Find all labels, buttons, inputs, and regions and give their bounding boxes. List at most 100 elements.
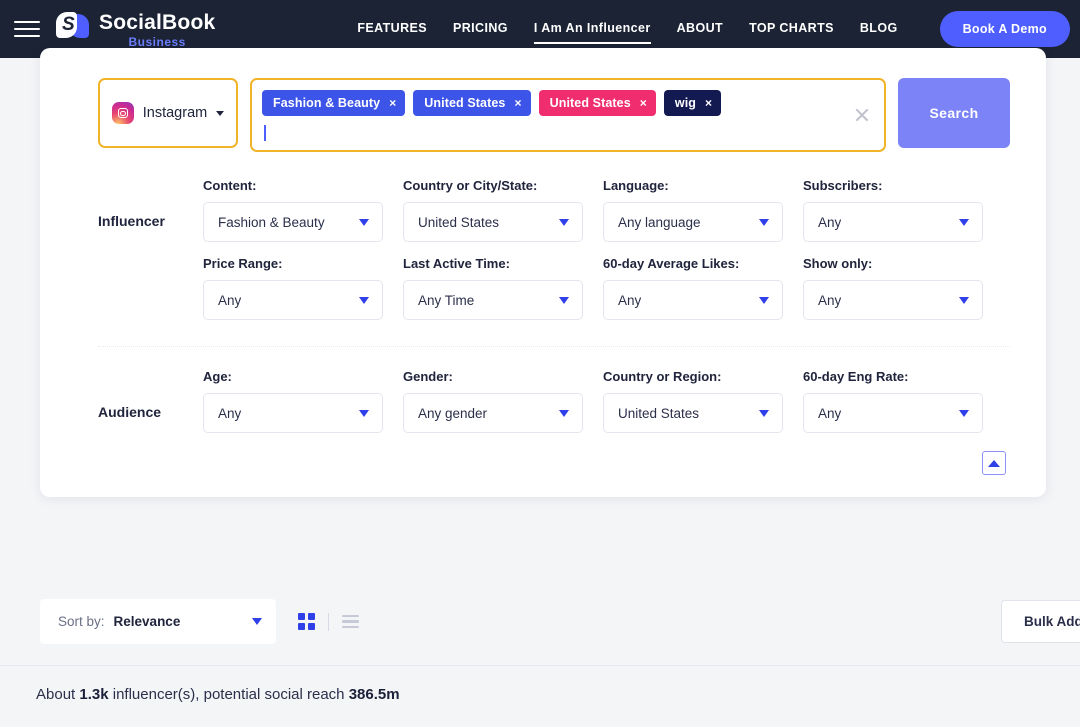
section-label-influencer: Influencer: [98, 213, 165, 229]
chevron-down-icon: [559, 296, 569, 304]
filter-label: Country or Region:: [603, 369, 722, 384]
search-button[interactable]: Search: [898, 78, 1010, 148]
about-middle: influencer(s), potential social reach: [108, 686, 349, 703]
search-tag[interactable]: wig ×: [663, 90, 722, 116]
dropdown-value: Any language: [618, 214, 701, 230]
dropdown-value: Any: [218, 292, 242, 308]
brand-name: SocialBook: [99, 10, 216, 34]
remove-tag-icon[interactable]: ×: [640, 97, 647, 109]
dropdown-value: United States: [418, 214, 500, 230]
chevron-down-icon: [216, 110, 225, 116]
section-label-spacer: [98, 277, 203, 299]
age-dropdown[interactable]: Any: [203, 393, 383, 433]
nav-link-blog[interactable]: BLOG: [860, 21, 898, 37]
influencer-count: 1.3k: [79, 686, 109, 703]
search-text-input[interactable]: [262, 124, 840, 142]
section-label-audience: Audience: [98, 404, 162, 420]
language-dropdown[interactable]: Any language: [603, 202, 783, 242]
filter-show-only: Show only: Any: [803, 256, 1003, 320]
chevron-down-icon: [359, 218, 369, 226]
chevron-down-icon: [759, 409, 769, 417]
platform-label: Instagram: [142, 105, 208, 121]
collapse-panel-wrap: [98, 451, 1010, 475]
nav-link-top-charts[interactable]: TOP CHARTS: [749, 21, 834, 37]
logo-letter: S: [62, 13, 75, 35]
nav-link-pricing[interactable]: PRICING: [453, 21, 508, 37]
chevron-down-icon: [559, 218, 569, 226]
dropdown-value: Any gender: [418, 405, 488, 421]
filter-label: Content:: [203, 178, 257, 193]
bulk-add-button[interactable]: Bulk Add: [1001, 600, 1080, 643]
text-cursor: [264, 125, 266, 141]
filter-last-active-time: Last Active Time: Any Time: [403, 256, 603, 320]
chevron-up-icon: [988, 459, 1000, 467]
filter-label: Last Active Time:: [403, 256, 510, 271]
social-reach-value: 386.5m: [348, 686, 400, 703]
book-a-demo-button[interactable]: Book A Demo: [939, 11, 1070, 47]
filter-fields: Influencer Content: Fashion & Beauty Cou…: [98, 178, 1010, 475]
chevron-down-icon: [359, 409, 369, 417]
nav-link-i-am-an-influencer[interactable]: I Am An Influencer: [533, 21, 651, 44]
gender-dropdown[interactable]: Any gender: [403, 393, 583, 433]
clear-all-icon[interactable]: [854, 107, 870, 123]
results-toolbar: Sort by: Relevance: [0, 598, 1080, 645]
price-range-dropdown[interactable]: Any: [203, 280, 383, 320]
instagram-icon: [111, 102, 134, 124]
dropdown-value: Any Time: [418, 292, 475, 308]
filter-language: Language: Any language: [603, 178, 803, 242]
filter-label: Subscribers:: [803, 178, 883, 193]
sort-by-dropdown[interactable]: Sort by: Relevance: [40, 599, 276, 644]
filter-content: Content: Fashion & Beauty: [203, 178, 403, 242]
audience-row-1: Audience Age: Any Gender: Any gender Cou…: [98, 369, 1010, 433]
collapse-filters-button[interactable]: [982, 451, 1006, 475]
search-tag-label: wig: [674, 96, 697, 110]
filter-label: Age:: [203, 369, 232, 384]
subscribers-dropdown[interactable]: Any: [803, 202, 983, 242]
search-tag[interactable]: United States ×: [413, 90, 531, 116]
results-divider: [0, 665, 1080, 666]
search-row: Instagram Fashion & Beauty × United Stat…: [98, 78, 1010, 152]
brand-subtitle: Business: [128, 34, 186, 49]
sort-by-label: Sort by:: [58, 614, 105, 629]
grid-view-icon[interactable]: [298, 613, 315, 630]
content-dropdown[interactable]: Fashion & Beauty: [203, 202, 383, 242]
filter-country-region: Country or Region: United States: [603, 369, 803, 433]
eng-rate-dropdown[interactable]: Any: [803, 393, 983, 433]
remove-tag-icon[interactable]: ×: [389, 97, 396, 109]
search-tag-label: United States: [424, 96, 506, 110]
brand-logo[interactable]: S SocialBook Business: [56, 10, 215, 49]
filter-label: Price Range:: [203, 256, 283, 271]
dropdown-value: Fashion & Beauty: [218, 214, 325, 230]
view-toggle-group: [298, 612, 359, 631]
search-tag-label: Fashion & Beauty: [273, 96, 381, 110]
last-active-time-dropdown[interactable]: Any Time: [403, 280, 583, 320]
dropdown-value: Any: [818, 405, 842, 421]
chevron-down-icon: [559, 409, 569, 417]
search-tag-input[interactable]: Fashion & Beauty × United States × Unite…: [250, 78, 886, 152]
country-region-dropdown[interactable]: United States: [603, 393, 783, 433]
hamburger-menu-icon[interactable]: [14, 19, 40, 39]
search-tag-label: United States: [549, 96, 631, 110]
hamburger-line: [14, 35, 40, 37]
hamburger-line: [14, 28, 40, 30]
chevron-down-icon: [252, 618, 262, 625]
platform-selector[interactable]: Instagram: [98, 78, 238, 148]
dropdown-value: Any: [618, 292, 642, 308]
filter-age: Age: Any: [203, 369, 403, 433]
filter-country-city: Country or City/State: United States: [403, 178, 603, 242]
avg-likes-dropdown[interactable]: Any: [603, 280, 783, 320]
list-view-icon[interactable]: [342, 614, 359, 629]
about-prefix: About: [36, 686, 80, 703]
filter-eng-rate: 60-day Eng Rate: Any: [803, 369, 1003, 433]
dropdown-value: Any: [818, 214, 842, 230]
country-city-dropdown[interactable]: United States: [403, 202, 583, 242]
search-tag[interactable]: United States ×: [538, 90, 656, 116]
socialbook-logo-icon: S: [56, 11, 90, 40]
remove-tag-icon[interactable]: ×: [514, 97, 521, 109]
show-only-dropdown[interactable]: Any: [803, 280, 983, 320]
nav-link-features[interactable]: FEATURES: [357, 21, 427, 37]
remove-tag-icon[interactable]: ×: [705, 97, 712, 109]
search-tag[interactable]: Fashion & Beauty ×: [262, 90, 406, 116]
nav-link-about[interactable]: ABOUT: [677, 21, 723, 37]
filter-gender: Gender: Any gender: [403, 369, 603, 433]
